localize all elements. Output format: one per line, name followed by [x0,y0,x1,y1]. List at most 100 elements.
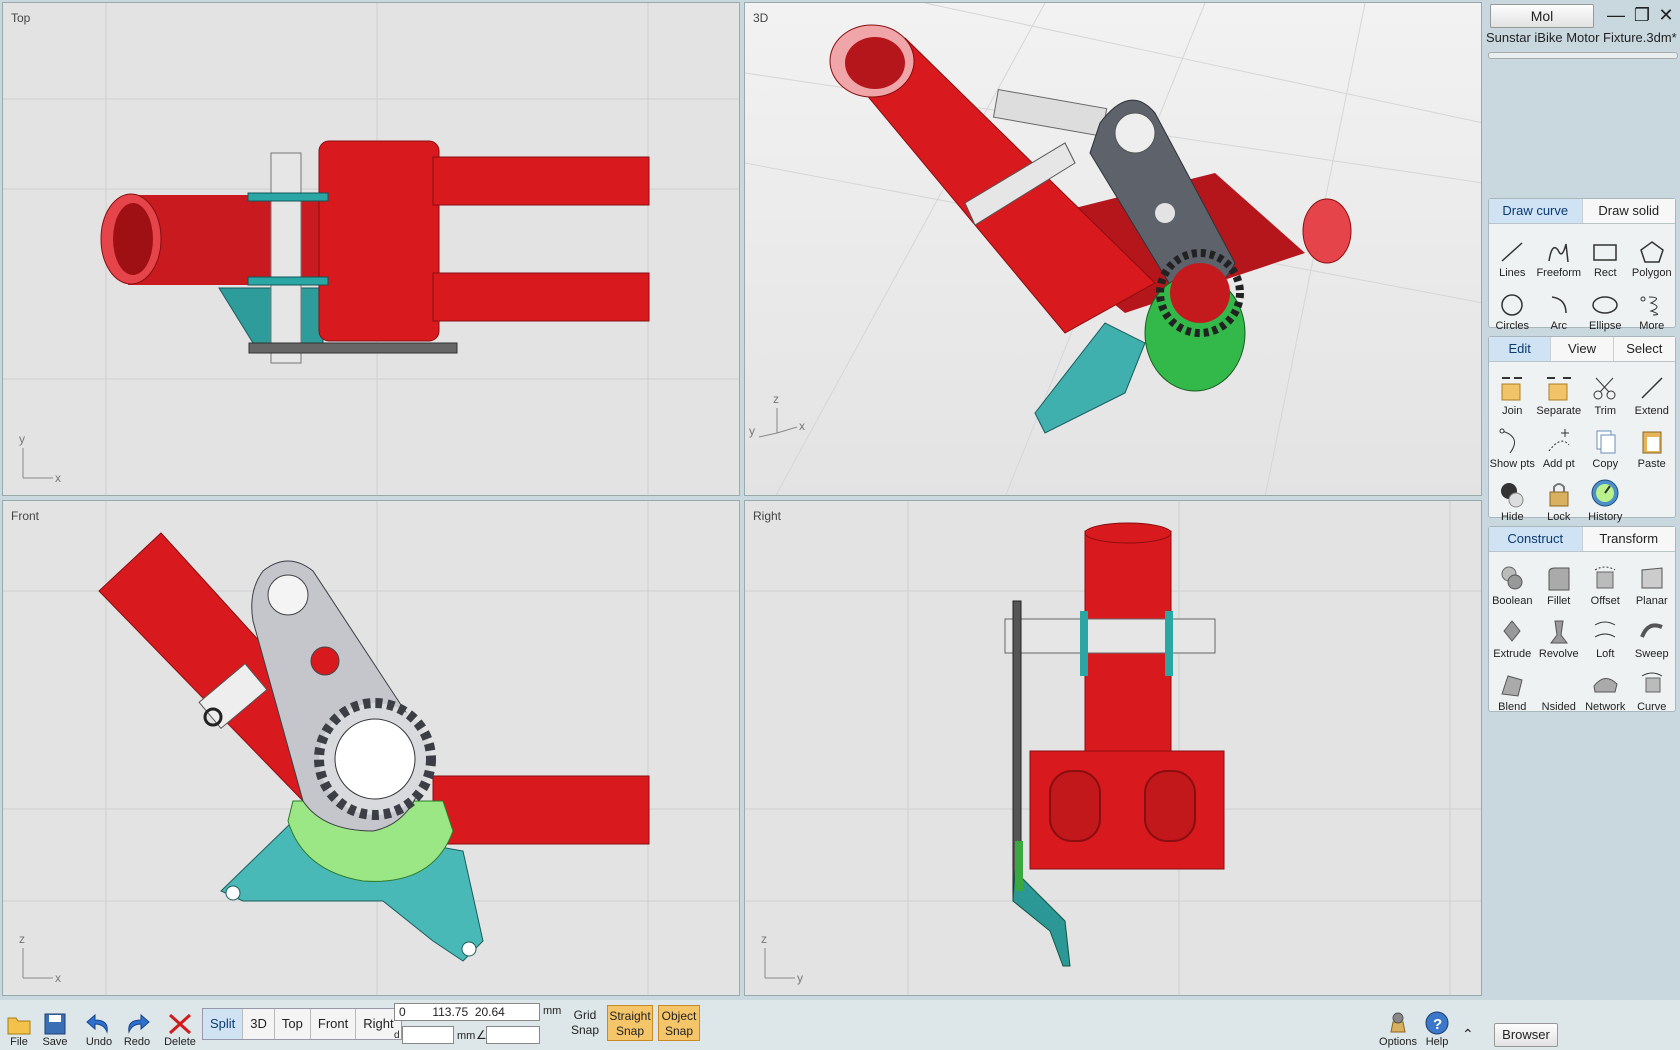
viewport-label[interactable]: Front [11,509,39,523]
draw-group: Draw curve Draw solid Lines Freeform Rec… [1488,198,1676,332]
view-split[interactable]: Split [203,1009,244,1039]
view-front[interactable]: Front [311,1009,357,1039]
tool-planar[interactable]: Planar [1629,554,1676,607]
viewport-label[interactable]: Right [753,509,781,523]
view-3d[interactable]: 3D [243,1009,275,1039]
viewport-label[interactable]: Top [11,11,30,25]
tool-separate[interactable]: Separate [1536,364,1583,417]
curve-icon [1641,672,1663,693]
options-button[interactable]: Options [1378,1000,1418,1050]
viewport-label[interactable]: 3D [753,11,768,25]
tool-trim[interactable]: Trim [1582,364,1629,417]
tab-draw-solid[interactable]: Draw solid [1582,199,1675,223]
viewport-right[interactable]: y z Right [744,500,1482,996]
tool-add-pt[interactable]: Add pt [1536,417,1583,470]
svg-text:y: y [749,424,755,438]
tool-offset[interactable]: Offset [1582,554,1629,607]
coordinate-input[interactable]: 0 113.75 20.64 [394,1003,540,1021]
close-icon[interactable]: ✕ [1656,6,1676,26]
network-icon [1593,678,1618,693]
tool-revolve[interactable]: Revolve [1536,607,1583,660]
coord-unit: mm [543,1005,562,1017]
minimize-icon[interactable]: — [1606,6,1626,26]
undo-button[interactable]: Undo [84,1000,114,1050]
tool-arc[interactable]: Arc [1536,279,1583,332]
undo-icon [86,1013,108,1034]
command-panel: Mol — ❐ ✕ Sunstar iBike Motor Fixture.3d… [1484,0,1680,1050]
tool-copy[interactable]: Copy [1582,417,1629,470]
grid-snap-toggle[interactable]: Grid Snap [568,1005,602,1041]
tool-join[interactable]: Join [1489,364,1536,417]
tool-show-pts[interactable]: Show pts [1489,417,1536,470]
tab-view[interactable]: View [1551,337,1614,361]
tool-boolean[interactable]: Boolean [1489,554,1536,607]
redo-button[interactable]: Redo [122,1000,152,1050]
distance-unit: mm [457,1030,476,1042]
view-mode-selector: Split 3D Top Front Right [202,1008,402,1040]
tool-ellipse[interactable]: Ellipse [1582,279,1629,332]
chevron-up-icon[interactable]: ⌃ [1462,1026,1474,1043]
tool-extrude[interactable]: Extrude [1489,607,1536,660]
object-snap-toggle[interactable]: Object Snap [658,1005,700,1041]
distance-prefix: d [394,1030,400,1041]
extrude-icon [1503,620,1521,642]
tool-rect[interactable]: Rect [1582,226,1629,279]
top-view-canvas: x y [3,3,739,495]
tool-sweep[interactable]: Sweep [1629,607,1676,660]
lines-icon [1501,242,1523,262]
viewport-front[interactable]: x z Front [2,500,740,996]
sweep-icon [1639,623,1663,638]
blend-icon [1501,675,1523,697]
tool-paste[interactable]: Paste [1629,417,1676,470]
tool-lock[interactable]: Lock [1536,470,1583,523]
3d-view-canvas: x z y [745,3,1481,495]
tool-freeform[interactable]: Freeform [1536,226,1583,279]
browser-button[interactable]: Browser [1494,1023,1558,1047]
front-view-canvas: x z [3,501,739,995]
viewport-3d[interactable]: x z y 3D [744,2,1482,496]
tool-lines[interactable]: Lines [1489,226,1536,279]
options-icon [1390,1012,1406,1033]
distance-input[interactable] [402,1026,454,1044]
tool-polygon[interactable]: Polygon [1629,226,1676,279]
svg-text:z: z [19,932,25,946]
straight-snap-toggle[interactable]: Straight Snap [607,1005,653,1041]
tool-curve[interactable]: Curve [1629,660,1676,713]
tool-blend[interactable]: Blend [1489,660,1536,713]
freeform-icon [1548,243,1569,263]
panel-scrollbar[interactable] [1488,52,1678,59]
view-top[interactable]: Top [275,1009,311,1039]
boolean-icon [1501,566,1523,590]
tool-history[interactable]: History [1582,470,1629,523]
tool-network[interactable]: Network [1582,660,1629,713]
file-button[interactable]: File [4,1000,34,1050]
tool-circles[interactable]: Circles [1489,279,1536,332]
tool-extend[interactable]: Extend [1629,364,1676,417]
help-button[interactable]: ? Help [1422,1000,1452,1050]
tube-right-lower [432,272,650,322]
delete-icon [168,1013,192,1035]
angle-input[interactable] [486,1026,540,1044]
tab-edit[interactable]: Edit [1489,337,1552,361]
planar-icon [1641,567,1663,589]
tool-more[interactable]: More [1629,279,1676,332]
tool-loft[interactable]: Loft [1582,607,1629,660]
svg-text:x: x [799,419,805,433]
pin-right [1004,618,1216,654]
tool-hide[interactable]: Hide [1489,470,1536,523]
viewport-top[interactable]: x y Top [2,2,740,496]
restore-icon[interactable]: ❐ [1632,6,1652,26]
circle-icon [1501,294,1523,316]
folder-icon [7,1017,31,1035]
mode-button[interactable]: Mol [1490,4,1594,28]
save-button[interactable]: Save [40,1000,70,1050]
tool-nsided[interactable]: Nsided [1536,660,1583,713]
tab-construct[interactable]: Construct [1489,527,1583,551]
tab-select[interactable]: Select [1613,337,1675,361]
tab-draw-curve[interactable]: Draw curve [1489,199,1583,223]
loft-icon [1594,621,1616,638]
delete-button[interactable]: Delete [162,1000,198,1050]
tab-transform[interactable]: Transform [1582,527,1675,551]
tool-fillet[interactable]: Fillet [1536,554,1583,607]
nsided-icon [1545,670,1573,698]
